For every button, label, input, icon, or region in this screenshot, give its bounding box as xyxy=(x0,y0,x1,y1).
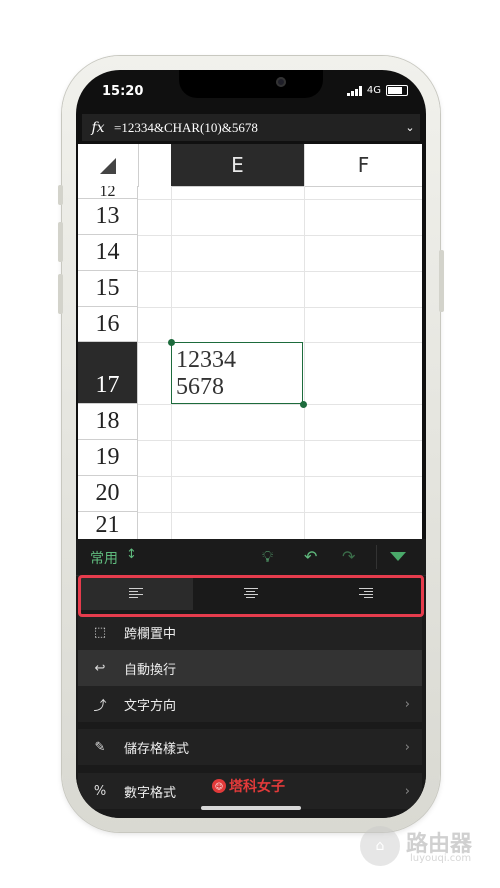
lightbulb-icon[interactable]: 💡︎ xyxy=(262,547,273,567)
brand-avatar-icon: ☺ xyxy=(212,779,226,793)
merge-center-command[interactable]: ⬚ 跨欄置中 xyxy=(78,614,422,650)
status-bar: 15:20 4G xyxy=(76,70,426,114)
highlight-annotation-box xyxy=(78,575,424,617)
select-all-triangle-icon xyxy=(100,158,116,174)
home-indicator xyxy=(201,806,301,810)
chevron-right-icon: › xyxy=(404,696,410,712)
wrap-text-icon: ↩ xyxy=(94,660,106,676)
battery-icon xyxy=(386,85,408,96)
tab-switch-chevron-icon[interactable]: ↕ xyxy=(126,547,137,562)
selection-handle-top-left[interactable] xyxy=(168,339,175,346)
command-label: 數字格式 xyxy=(124,785,177,801)
network-label: 4G xyxy=(366,85,381,96)
wrap-text-command[interactable]: ↩ 自動換行 xyxy=(78,650,422,686)
gridline xyxy=(304,186,305,540)
number-format-icon: % xyxy=(93,783,107,799)
row-header-20[interactable]: 20 xyxy=(78,476,138,512)
notch xyxy=(179,70,323,98)
camera-icon xyxy=(276,77,286,87)
formula-bar[interactable]: fx =12334&CHAR(10)&5678 ⌄ xyxy=(82,114,420,141)
brand-watermark: ☺ 塔科女子 xyxy=(212,776,285,796)
gridline xyxy=(138,476,422,477)
row-header-14[interactable]: 14 xyxy=(78,235,138,271)
command-label: 跨欄置中 xyxy=(124,626,177,642)
select-all-corner[interactable] xyxy=(78,144,139,187)
formula-input[interactable]: =12334&CHAR(10)&5678 xyxy=(114,120,400,136)
undo-icon[interactable]: ↶ xyxy=(304,547,317,566)
row-header-21[interactable]: 21 xyxy=(78,512,138,540)
chevron-right-icon: › xyxy=(404,739,410,755)
text-direction-command[interactable]: ⤴ 文字方向 › xyxy=(78,686,422,722)
fx-icon[interactable]: fx xyxy=(82,120,114,136)
command-label: 自動換行 xyxy=(124,662,177,678)
mute-switch xyxy=(58,185,63,205)
selection-handle-bottom-right[interactable] xyxy=(300,401,307,408)
phone-screen: 15:20 4G fx =12334&CHAR(10)&5678 ⌄ E F 1… xyxy=(76,70,426,818)
row-header-12[interactable]: 12 xyxy=(78,186,138,199)
redo-icon[interactable]: ↷ xyxy=(342,547,355,566)
row-header-17[interactable]: 17 xyxy=(78,342,138,404)
signal-icon xyxy=(346,85,362,96)
command-label: 儲存格樣式 xyxy=(124,741,190,757)
text-direction-icon: ⤴ xyxy=(93,698,107,714)
expand-chevron-icon[interactable]: ⌄ xyxy=(400,121,420,134)
gridline xyxy=(138,235,422,236)
gridline xyxy=(138,512,422,513)
row-header-15[interactable]: 15 xyxy=(78,271,138,307)
command-label: 文字方向 xyxy=(124,698,177,714)
volume-up-button xyxy=(58,222,63,262)
column-header-f[interactable]: F xyxy=(305,144,422,187)
gridline xyxy=(138,440,422,441)
status-time: 15:20 xyxy=(102,84,144,99)
row-header-16[interactable]: 16 xyxy=(78,307,138,342)
brand-watermark-text: 塔科女子 xyxy=(229,779,285,795)
gridline xyxy=(138,271,422,272)
collapse-ribbon-icon[interactable] xyxy=(390,552,406,561)
ribbon-tab-selector[interactable]: 常用 xyxy=(90,548,118,568)
status-icons: 4G xyxy=(346,85,408,96)
toolbar-divider xyxy=(376,545,377,569)
cell-line-2: 5678 xyxy=(176,374,224,400)
row-header-13[interactable]: 13 xyxy=(78,199,138,235)
gridline xyxy=(138,307,422,308)
gridline xyxy=(138,199,422,200)
spreadsheet-grid[interactable]: E F 12 13 14 15 16 17 18 19 20 21 12334 … xyxy=(78,144,422,540)
row-header-18[interactable]: 18 xyxy=(78,404,138,440)
gridline xyxy=(138,404,422,405)
chevron-right-icon: › xyxy=(404,783,410,799)
merge-center-icon: ⬚ xyxy=(93,624,107,640)
volume-down-button xyxy=(58,274,63,314)
site-watermark-url: luyouqi.com xyxy=(410,853,472,864)
cell-line-1: 12334 xyxy=(176,347,236,373)
power-button xyxy=(439,250,444,312)
router-logo-icon: ⌂ xyxy=(360,826,400,866)
ribbon-toolbar: 常用 ↕ 💡︎ ↶ ↷ xyxy=(76,539,426,576)
column-header-e[interactable]: E xyxy=(171,144,305,187)
cell-style-icon: ✎ xyxy=(94,739,106,755)
row-header-19[interactable]: 19 xyxy=(78,440,138,476)
cell-style-command[interactable]: ✎ 儲存格樣式 › xyxy=(78,729,422,765)
selected-cell-e17[interactable]: 12334 5678 xyxy=(171,342,303,404)
